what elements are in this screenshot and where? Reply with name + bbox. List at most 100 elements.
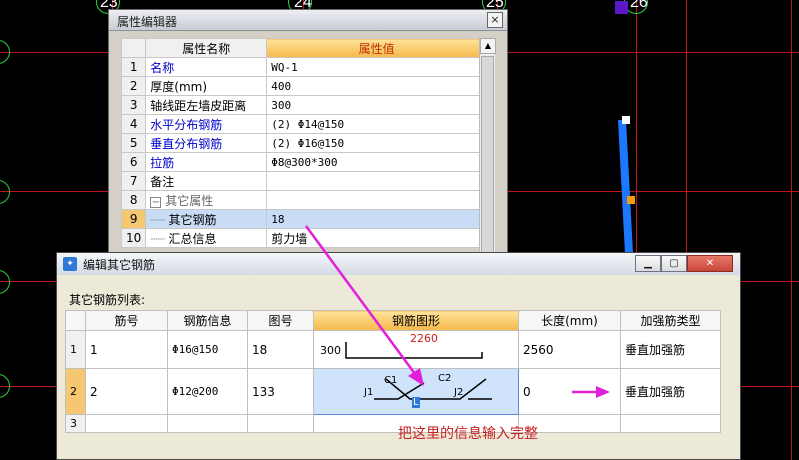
property-name: ┈┈ 汇总信息 <box>145 228 268 248</box>
length-cell[interactable]: 2560 <box>518 330 621 369</box>
column-header-shape[interactable]: 钢筋图形 <box>313 310 519 331</box>
shape-label-j1: J1 <box>364 387 374 398</box>
table-row[interactable]: 1 1 Φ16@150 18 300 2260 2560 垂直加强筋 <box>65 330 721 369</box>
property-value[interactable]: 剪力墙 <box>266 228 487 248</box>
dialog-title: 编辑其它钢筋 <box>83 258 156 272</box>
axis-label: 26 <box>630 0 648 11</box>
property-row[interactable]: 7 备注 <box>120 171 487 191</box>
property-row-selected[interactable]: 9 ┈┈ 其它钢筋 18 <box>120 209 487 229</box>
info-cell[interactable]: Φ12@200 <box>167 368 248 415</box>
rebar-table: 筋号 钢筋信息 图号 钢筋图形 长度(mm) 加强筋类型 1 1 Φ16@150… <box>65 310 721 433</box>
scroll-up-icon[interactable]: ▲ <box>480 38 496 54</box>
straight-bar-shape <box>345 342 483 359</box>
property-value[interactable]: 400 <box>266 76 487 96</box>
property-value[interactable]: (2) Φ14@150 <box>266 114 487 134</box>
property-row[interactable]: 4 水平分布钢筋 (2) Φ14@150 <box>120 114 487 134</box>
property-editor-title: 属性编辑器 <box>117 15 178 29</box>
row-number: 3 <box>120 95 147 115</box>
column-header-figure[interactable]: 图号 <box>247 310 314 331</box>
close-button[interactable]: × <box>487 12 503 28</box>
row-number: 1 <box>120 57 147 77</box>
property-grid: 属性名称 属性值 1 名称 WQ-1 2 厚度(mm) 400 3 轴线距左墙皮… <box>120 38 487 248</box>
column-header-length[interactable]: 长度(mm) <box>518 310 621 331</box>
figure-cell[interactable]: 133 <box>247 368 314 415</box>
row-number: 3 <box>65 414 86 433</box>
property-value[interactable]: 300 <box>266 95 487 115</box>
shape-cell[interactable]: 300 2260 <box>313 330 519 369</box>
info-cell[interactable] <box>167 414 248 433</box>
close-button[interactable]: ✕ <box>687 255 733 272</box>
length-cell[interactable]: 0 <box>518 368 621 415</box>
rebar-list-label: 其它钢筋列表: <box>69 293 146 307</box>
property-value[interactable]: Φ8@300*300 <box>266 152 487 172</box>
maximize-button[interactable]: ▢ <box>661 255 687 272</box>
row-number: 2 <box>120 76 147 96</box>
info-cell[interactable]: Φ16@150 <box>167 330 248 369</box>
wall-midpoint[interactable] <box>627 196 635 204</box>
axis-bubble <box>0 180 10 204</box>
shape-left-dim[interactable]: 300 <box>320 344 341 357</box>
property-name: 厚度(mm) <box>145 76 268 96</box>
dialog-titlebar[interactable]: ✦ 编辑其它钢筋 ▁ ▢ ✕ <box>57 253 740 275</box>
property-name: ┈┈ 其它钢筋 <box>145 209 268 229</box>
type-cell[interactable]: 垂直加强筋 <box>620 330 721 369</box>
figure-cell[interactable] <box>247 414 314 433</box>
row-number: 9 <box>120 209 147 229</box>
vertical-scrollbar[interactable]: ▲ <box>479 38 496 260</box>
property-row[interactable]: 3 轴线距左墙皮距离 300 <box>120 95 487 115</box>
column-header-bar-no[interactable]: 筋号 <box>85 310 168 331</box>
shape-label-mid[interactable]: L <box>412 397 420 408</box>
property-row[interactable]: 6 拉筋 Φ8@300*300 <box>120 152 487 172</box>
property-value[interactable] <box>266 171 487 191</box>
column-header-type[interactable]: 加强筋类型 <box>620 310 721 331</box>
property-editor-window: 属性编辑器 × 属性名称 属性值 1 名称 WQ-1 2 厚度(mm) 400 … <box>108 9 508 271</box>
property-group-row[interactable]: 8 − 其它属性 <box>120 190 487 210</box>
corner-cell <box>65 310 86 331</box>
table-row-empty[interactable]: 3 <box>65 414 721 433</box>
wall-endpoint[interactable] <box>622 116 630 124</box>
property-group-name: − 其它属性 <box>145 190 268 210</box>
property-name: 垂直分布钢筋 <box>145 133 268 153</box>
edit-other-rebar-dialog: ✦ 编辑其它钢筋 ▁ ▢ ✕ 其它钢筋列表: 筋号 钢筋信息 图号 钢筋图形 长… <box>56 252 741 460</box>
minimize-button[interactable]: ▁ <box>635 255 661 272</box>
property-value[interactable]: 18 <box>266 209 487 229</box>
shape-label-c2: C2 <box>438 373 452 384</box>
row-number: 8 <box>120 190 147 210</box>
table-row-selected[interactable]: 2 2 Φ12@200 133 C1 C2 J1 J2 L 0 垂直加强筋 <box>65 368 721 415</box>
column-header-name[interactable]: 属性名称 <box>145 38 268 58</box>
column-header-info[interactable]: 钢筋信息 <box>167 310 248 331</box>
column-header-value[interactable]: 属性值 <box>266 38 487 58</box>
annotation-text: 把这里的信息输入完整 <box>398 426 538 442</box>
row-number: 5 <box>120 133 147 153</box>
property-row[interactable]: 5 垂直分布钢筋 (2) Φ16@150 <box>120 133 487 153</box>
property-name-text: 汇总信息 <box>168 231 217 246</box>
property-row[interactable]: 1 名称 WQ-1 <box>120 57 487 77</box>
bar-no-cell[interactable] <box>85 414 168 433</box>
bar-no-cell[interactable]: 2 <box>85 368 168 415</box>
shape-cell[interactable]: C1 C2 J1 J2 L <box>313 368 519 415</box>
property-name: 水平分布钢筋 <box>145 114 268 134</box>
property-value <box>266 190 487 210</box>
bar-no-cell[interactable]: 1 <box>85 330 168 369</box>
figure-cell[interactable]: 18 <box>247 330 314 369</box>
property-value[interactable]: (2) Φ16@150 <box>266 133 487 153</box>
property-value[interactable]: WQ-1 <box>266 57 487 77</box>
property-name: 备注 <box>145 171 268 191</box>
type-cell[interactable]: 垂直加强筋 <box>620 368 721 415</box>
purple-node[interactable] <box>615 1 628 14</box>
axis-bubble <box>0 374 10 398</box>
property-name: 轴线距左墙皮距离 <box>145 95 268 115</box>
property-name: 名称 <box>145 57 268 77</box>
property-name: 拉筋 <box>145 152 268 172</box>
wall-element[interactable] <box>618 119 634 260</box>
property-row[interactable]: 10 ┈┈ 汇总信息 剪力墙 <box>120 228 487 248</box>
collapse-toggle-icon[interactable]: − <box>150 196 162 208</box>
scroll-thumb[interactable] <box>481 56 494 256</box>
property-row[interactable]: 2 厚度(mm) 400 <box>120 76 487 96</box>
app-icon: ✦ <box>63 257 77 271</box>
property-name-text: 其它钢筋 <box>168 212 217 227</box>
axis-bubble <box>0 40 10 64</box>
row-number: 7 <box>120 171 147 191</box>
property-editor-titlebar[interactable]: 属性编辑器 × <box>109 10 507 31</box>
type-cell[interactable] <box>620 414 721 433</box>
